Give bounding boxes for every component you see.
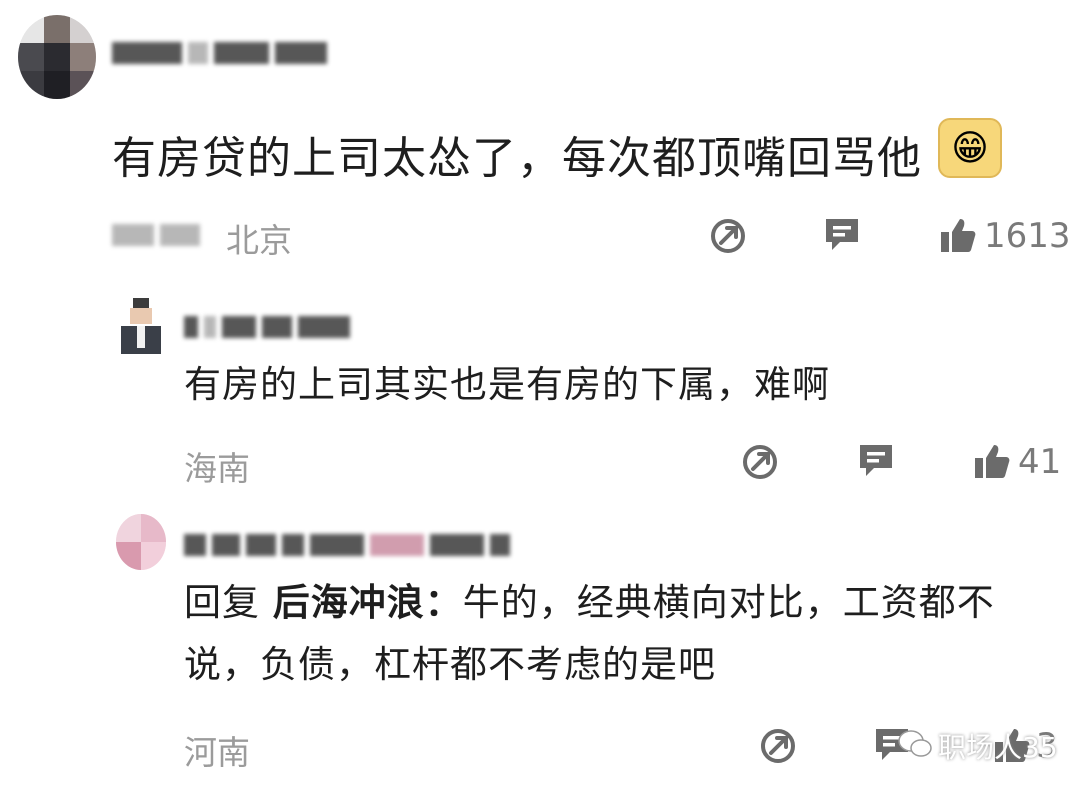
grin-emoji-icon: 😁 <box>938 118 1002 178</box>
username-obscured[interactable] <box>112 38 327 68</box>
share-icon[interactable] <box>708 216 748 256</box>
reply-body-1: 牛的，经典横向对比，工资都不 <box>462 581 995 624</box>
avatar[interactable] <box>116 298 166 354</box>
wechat-icon <box>898 729 932 763</box>
like-count: 1613 <box>984 216 1071 256</box>
reply-text: 回复 后海冲浪：牛的，经典横向对比，工资都不 说，负债，杠杆都不考虑的是吧 <box>184 572 1044 696</box>
date-obscured <box>112 220 200 250</box>
avatar[interactable] <box>18 15 96 99</box>
reply-prefix: 回复 <box>184 581 273 624</box>
like-icon[interactable] <box>972 442 1012 482</box>
reply-line-1: 回复 后海冲浪：牛的，经典横向对比，工资都不 <box>184 572 1044 634</box>
reply-location: 河南 <box>184 733 250 772</box>
watermark-text: 职场人35 <box>938 731 1058 764</box>
avatar[interactable] <box>116 514 166 570</box>
username-obscured[interactable] <box>184 312 350 342</box>
watermark: 职场人35 <box>898 726 1058 766</box>
comment-location: 北京 <box>226 221 292 260</box>
comment-icon[interactable] <box>856 440 896 480</box>
like-count: 41 <box>1018 442 1062 482</box>
like-icon[interactable] <box>938 216 978 256</box>
reply-target-user[interactable]: 后海冲浪： <box>273 581 463 624</box>
reply-location: 海南 <box>184 449 250 488</box>
share-icon[interactable] <box>740 442 780 482</box>
share-icon[interactable] <box>758 726 798 766</box>
reply-body-2: 说，负债，杠杆都不考虑的是吧 <box>184 643 716 686</box>
comment-icon[interactable] <box>822 214 862 254</box>
reply-text: 有房的上司其实也是有房的下属，难啊 <box>184 363 830 406</box>
comment-text: 有房贷的上司太怂了，每次都顶嘴回骂他 <box>112 133 922 184</box>
username-obscured[interactable] <box>184 530 510 560</box>
